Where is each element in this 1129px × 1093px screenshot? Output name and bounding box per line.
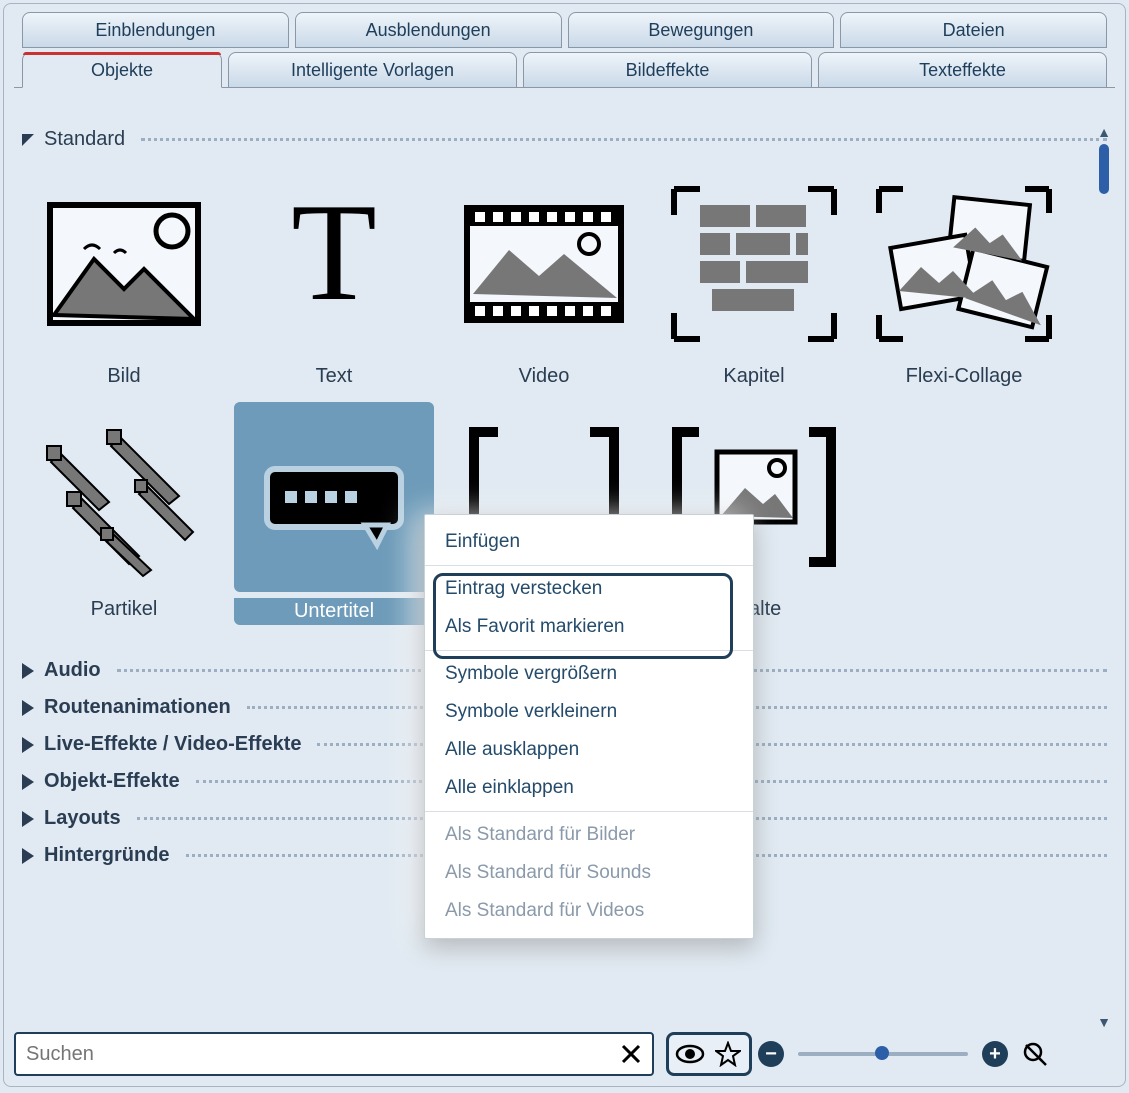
subtab-objekte[interactable]: Objekte: [22, 52, 222, 88]
svg-text:T: T: [291, 189, 377, 330]
reset-zoom-icon[interactable]: [1018, 1037, 1052, 1071]
tab-bewegungen[interactable]: Bewegungen: [568, 12, 835, 48]
context-menu: Einfügen Eintrag versteckenAls Favorit ma…: [424, 514, 754, 939]
subtab-texteffekte[interactable]: Texteffekte: [818, 52, 1107, 88]
zoom-slider[interactable]: [798, 1052, 968, 1056]
context-menu-item[interactable]: Symbole vergrößern: [425, 655, 753, 693]
section-standard-header[interactable]: Standard: [22, 128, 1107, 151]
collapsed-triangle-icon: [22, 737, 34, 753]
tab-dateien[interactable]: Dateien: [840, 12, 1107, 48]
context-menu-item[interactable]: Eintrag verstecken: [425, 570, 753, 608]
item-label: Video: [519, 365, 570, 388]
vertical-scrollbar[interactable]: [1099, 144, 1109, 1026]
clear-search-icon[interactable]: [614, 1037, 648, 1071]
collapsed-triangle-icon: [22, 700, 34, 716]
scrollbar-thumb[interactable]: [1099, 144, 1109, 194]
tab-einblendungen[interactable]: Einblendungen: [22, 12, 289, 48]
context-menu-separator: [425, 811, 753, 812]
collapsed-triangle-icon: [22, 848, 34, 864]
star-icon[interactable]: [711, 1037, 745, 1071]
item-label: Flexi-Collage: [906, 365, 1023, 388]
search-box[interactable]: [14, 1032, 654, 1076]
visibility-favorite-group: [666, 1032, 752, 1076]
context-menu-item[interactable]: Symbole verkleinern: [425, 693, 753, 731]
zoom-in-button[interactable]: +: [982, 1041, 1008, 1067]
sub-tab-bar: Objekte Intelligente Vorlagen Bildeffekt…: [4, 48, 1125, 88]
context-menu-item[interactable]: Einfügen: [425, 523, 753, 561]
video-icon: [459, 194, 629, 334]
context-menu-item[interactable]: Alle ausklappen: [425, 731, 753, 769]
search-input[interactable]: [26, 1043, 614, 1066]
item-flexi-collage[interactable]: Flexi-Collage: [862, 165, 1066, 392]
item-label: Kapitel: [723, 365, 784, 388]
chapter-icon: [664, 179, 844, 349]
fold-label: Layouts: [44, 807, 121, 830]
item-label: Bild: [107, 365, 140, 388]
tab-ausblendungen[interactable]: Ausblendungen: [295, 12, 562, 48]
item-untertitel[interactable]: Untertitel: [232, 398, 436, 629]
item-label: Untertitel: [234, 598, 434, 625]
text-icon: T: [259, 189, 409, 339]
image-icon: [44, 199, 204, 329]
subtab-bildeffekte[interactable]: Bildeffekte: [523, 52, 812, 88]
context-menu-item[interactable]: Als Favorit markieren: [425, 608, 753, 646]
expanded-triangle-icon: [22, 134, 34, 146]
item-bild[interactable]: Bild: [22, 165, 226, 392]
item-video[interactable]: Video: [442, 165, 646, 392]
context-menu-item: Als Standard für Bilder: [425, 816, 753, 854]
fold-label: Live-Effekte / Video-Effekte: [44, 733, 301, 756]
eye-icon[interactable]: [673, 1037, 707, 1071]
collage-icon: [869, 179, 1059, 349]
context-menu-item: Als Standard für Videos: [425, 892, 753, 930]
subtab-vorlagen[interactable]: Intelligente Vorlagen: [228, 52, 517, 88]
fold-label: Hintergründe: [44, 844, 170, 867]
zoom-out-button[interactable]: −: [758, 1041, 784, 1067]
scroll-down-icon[interactable]: ▼: [1097, 1014, 1111, 1030]
context-menu-separator: [425, 565, 753, 566]
particle-icon: [39, 412, 209, 582]
scroll-up-icon[interactable]: ▲: [1097, 124, 1111, 140]
context-menu-separator: [425, 650, 753, 651]
collapsed-triangle-icon: [22, 811, 34, 827]
item-text[interactable]: T Text: [232, 165, 436, 392]
collapsed-triangle-icon: [22, 774, 34, 790]
context-menu-item: Als Standard für Sounds: [425, 854, 753, 892]
slider-knob[interactable]: [875, 1046, 889, 1060]
fold-label: Audio: [44, 659, 101, 682]
section-title: Standard: [44, 128, 125, 151]
item-label: Text: [316, 365, 353, 388]
context-menu-item[interactable]: Alle einklappen: [425, 769, 753, 807]
fold-label: Objekt-Effekte: [44, 770, 180, 793]
bottom-toolbar: − +: [14, 1030, 1115, 1078]
top-tab-bar: Einblendungen Ausblendungen Bewegungen D…: [4, 4, 1125, 48]
item-kapitel[interactable]: Kapitel: [652, 165, 856, 392]
collapsed-triangle-icon: [22, 663, 34, 679]
item-label: Partikel: [91, 598, 158, 621]
fold-label: Routenanimationen: [44, 696, 231, 719]
subtitle-icon: [249, 427, 419, 567]
item-partikel[interactable]: Partikel: [22, 398, 226, 629]
